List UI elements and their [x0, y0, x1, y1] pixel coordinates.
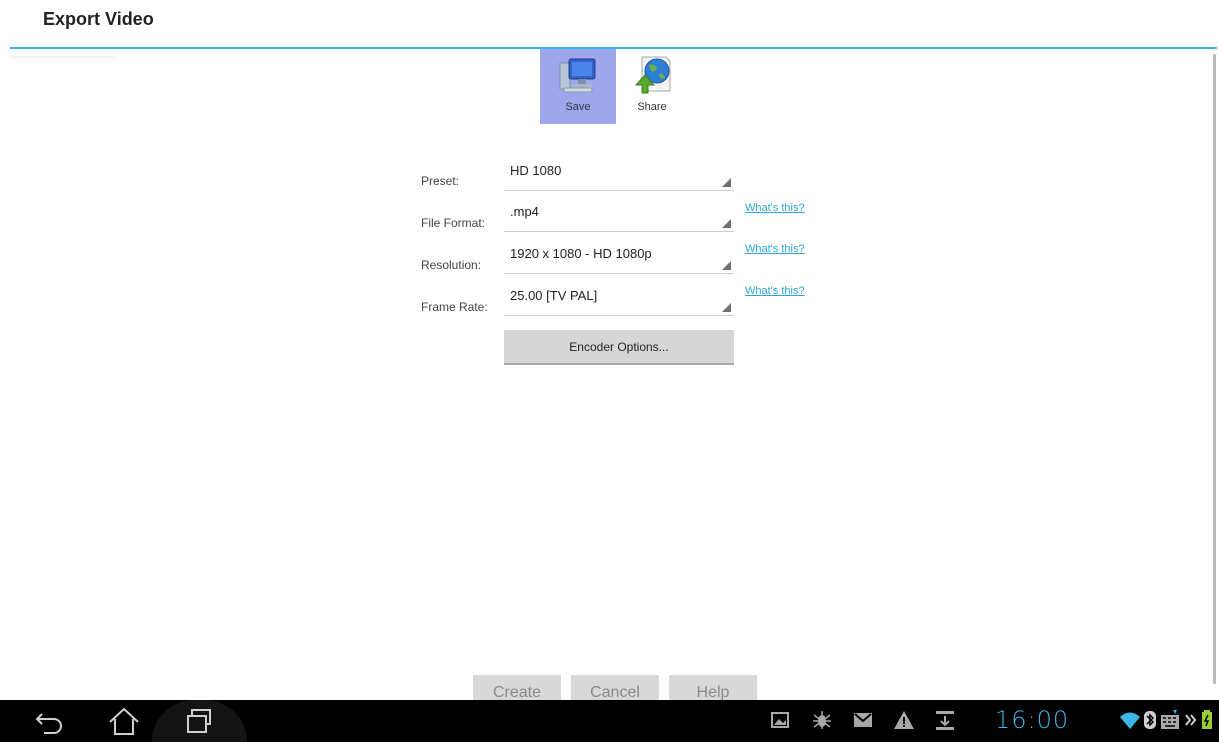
resolution-select[interactable]: 1920 x 1080 - HD 1080p [504, 239, 734, 274]
frame-rate-help-link[interactable]: What's this? [745, 285, 805, 297]
share-mode-label: Share [637, 101, 667, 113]
file-format-select[interactable]: .mp4 [504, 197, 734, 232]
status-clock: 16:00 [995, 706, 1070, 734]
window-title: Export Video [43, 9, 154, 29]
file-format-help-link[interactable]: What's this? [745, 202, 805, 214]
dropdown-arrow-icon [722, 178, 731, 187]
resolution-label: Resolution: [421, 258, 482, 272]
frame-rate-value: 25.00 [TV PAL] [510, 288, 598, 303]
bluetooth-icon[interactable] [1143, 709, 1157, 731]
file-format-label: File Format: [421, 216, 486, 230]
home-icon[interactable] [104, 700, 144, 742]
create-button[interactable]: Create [473, 675, 561, 700]
download-icon[interactable] [934, 709, 956, 731]
gmail-icon[interactable] [852, 709, 874, 731]
dropdown-arrow-icon [722, 303, 731, 312]
computer-icon [559, 58, 596, 93]
wifi-icon[interactable] [1118, 709, 1142, 731]
share-mode-button[interactable]: Share [614, 49, 690, 124]
globe-share-icon [634, 56, 671, 94]
encoder-options-button[interactable]: Encoder Options... [504, 330, 734, 365]
preset-value: HD 1080 [510, 163, 562, 178]
frame-rate-select[interactable]: 25.00 [TV PAL] [504, 281, 734, 316]
file-format-value: .mp4 [510, 204, 539, 219]
preset-label: Preset: [421, 174, 460, 188]
battery-icon[interactable] [1200, 709, 1214, 731]
dropdown-arrow-icon [722, 261, 731, 270]
divider-accent [10, 56, 115, 58]
keyboard-icon[interactable] [1159, 709, 1181, 731]
preset-select[interactable]: HD 1080 [504, 156, 734, 191]
resolution-help-link[interactable]: What's this? [745, 243, 805, 255]
help-button[interactable]: Help [669, 675, 757, 700]
gallery-icon[interactable] [770, 709, 790, 731]
scrollbar[interactable] [1213, 54, 1216, 684]
cancel-button[interactable]: Cancel [571, 675, 659, 700]
save-mode-button[interactable]: Save [540, 49, 616, 124]
more-icon[interactable] [1184, 709, 1198, 731]
title-bar: Export Video [0, 0, 1219, 47]
frame-rate-label: Frame Rate: [421, 300, 488, 314]
bug-icon[interactable] [812, 709, 832, 731]
recent-apps-icon[interactable] [180, 700, 220, 742]
save-mode-label: Save [565, 101, 591, 113]
warning-icon[interactable] [893, 709, 915, 731]
resolution-value: 1920 x 1080 - HD 1080p [510, 246, 652, 261]
dropdown-arrow-icon [722, 219, 731, 228]
back-icon[interactable] [30, 700, 70, 742]
